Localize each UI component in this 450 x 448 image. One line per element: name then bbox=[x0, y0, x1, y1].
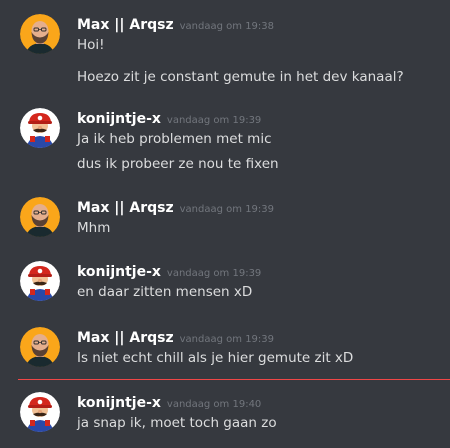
message-text: en daar zitten mensen xD bbox=[77, 284, 253, 300]
avatar[interactable] bbox=[20, 197, 60, 237]
timestamp[interactable]: vandaag om 19:39 bbox=[180, 204, 274, 215]
message-text: Hoezo zit je constant gemute in het dev … bbox=[77, 69, 404, 85]
username[interactable]: konijntje-x bbox=[77, 395, 161, 411]
username[interactable]: konijntje-x bbox=[77, 264, 161, 280]
message-text: ja snap ik, moet toch gaan zo bbox=[77, 415, 277, 431]
mario-avatar-icon bbox=[20, 108, 60, 148]
username[interactable]: konijntje-x bbox=[77, 111, 161, 127]
avatar[interactable] bbox=[20, 392, 60, 432]
avatar[interactable] bbox=[20, 327, 60, 367]
message-text: Mhm bbox=[77, 220, 111, 236]
bald-bearded-man-avatar-icon bbox=[20, 197, 60, 237]
new-messages-divider bbox=[18, 379, 450, 380]
timestamp[interactable]: vandaag om 19:39 bbox=[180, 334, 274, 345]
message-text: Is niet echt chill als je hier gemute zi… bbox=[77, 350, 354, 366]
avatar[interactable] bbox=[20, 14, 60, 54]
message-text: Ja ik heb problemen met mic bbox=[77, 131, 272, 147]
bald-bearded-man-avatar-icon bbox=[20, 14, 60, 54]
timestamp[interactable]: vandaag om 19:40 bbox=[167, 399, 261, 410]
mario-avatar-icon bbox=[20, 392, 60, 432]
message-text: Hoi! bbox=[77, 37, 105, 53]
username[interactable]: Max || Arqsz bbox=[77, 330, 174, 346]
message-text: dus ik probeer ze nou te fixen bbox=[77, 156, 279, 172]
timestamp[interactable]: vandaag om 19:39 bbox=[167, 115, 261, 126]
avatar[interactable] bbox=[20, 261, 60, 301]
bald-bearded-man-avatar-icon bbox=[20, 327, 60, 367]
timestamp[interactable]: vandaag om 19:39 bbox=[167, 268, 261, 279]
avatar[interactable] bbox=[20, 108, 60, 148]
mario-avatar-icon bbox=[20, 261, 60, 301]
timestamp[interactable]: vandaag om 19:38 bbox=[180, 21, 274, 32]
username[interactable]: Max || Arqsz bbox=[77, 17, 174, 33]
username[interactable]: Max || Arqsz bbox=[77, 200, 174, 216]
